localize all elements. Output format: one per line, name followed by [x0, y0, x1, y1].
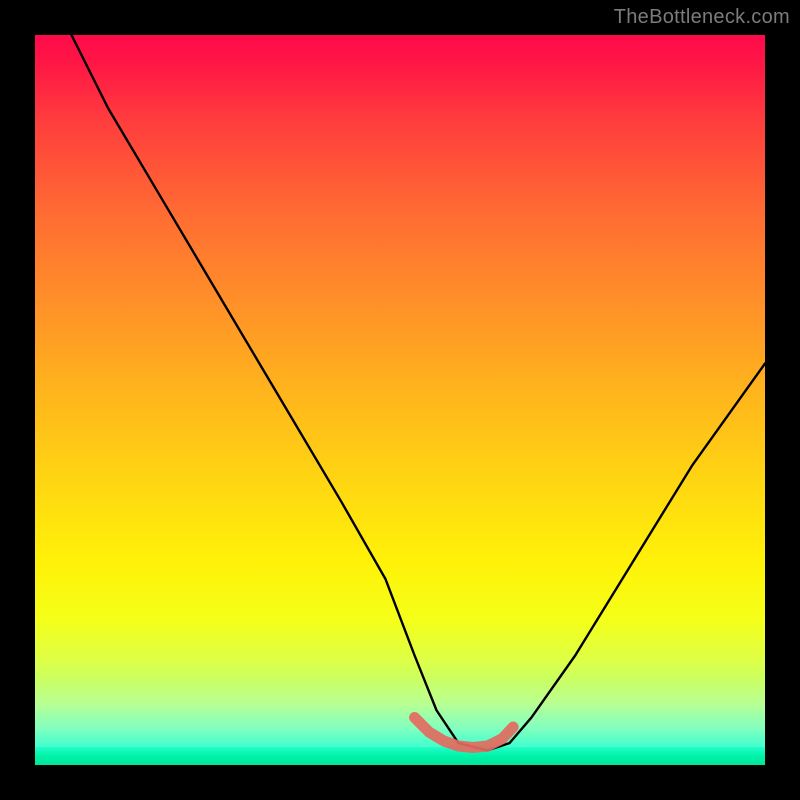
watermark-text: TheBottleneck.com [614, 6, 790, 29]
floor-marker-path [415, 718, 514, 748]
bottleneck-curve-path [72, 35, 766, 750]
bottleneck-curve [72, 35, 766, 750]
plot-area [35, 35, 765, 765]
chart-frame: TheBottleneck.com [0, 0, 800, 800]
curve-layer [35, 35, 765, 765]
floor-marker [415, 718, 514, 748]
